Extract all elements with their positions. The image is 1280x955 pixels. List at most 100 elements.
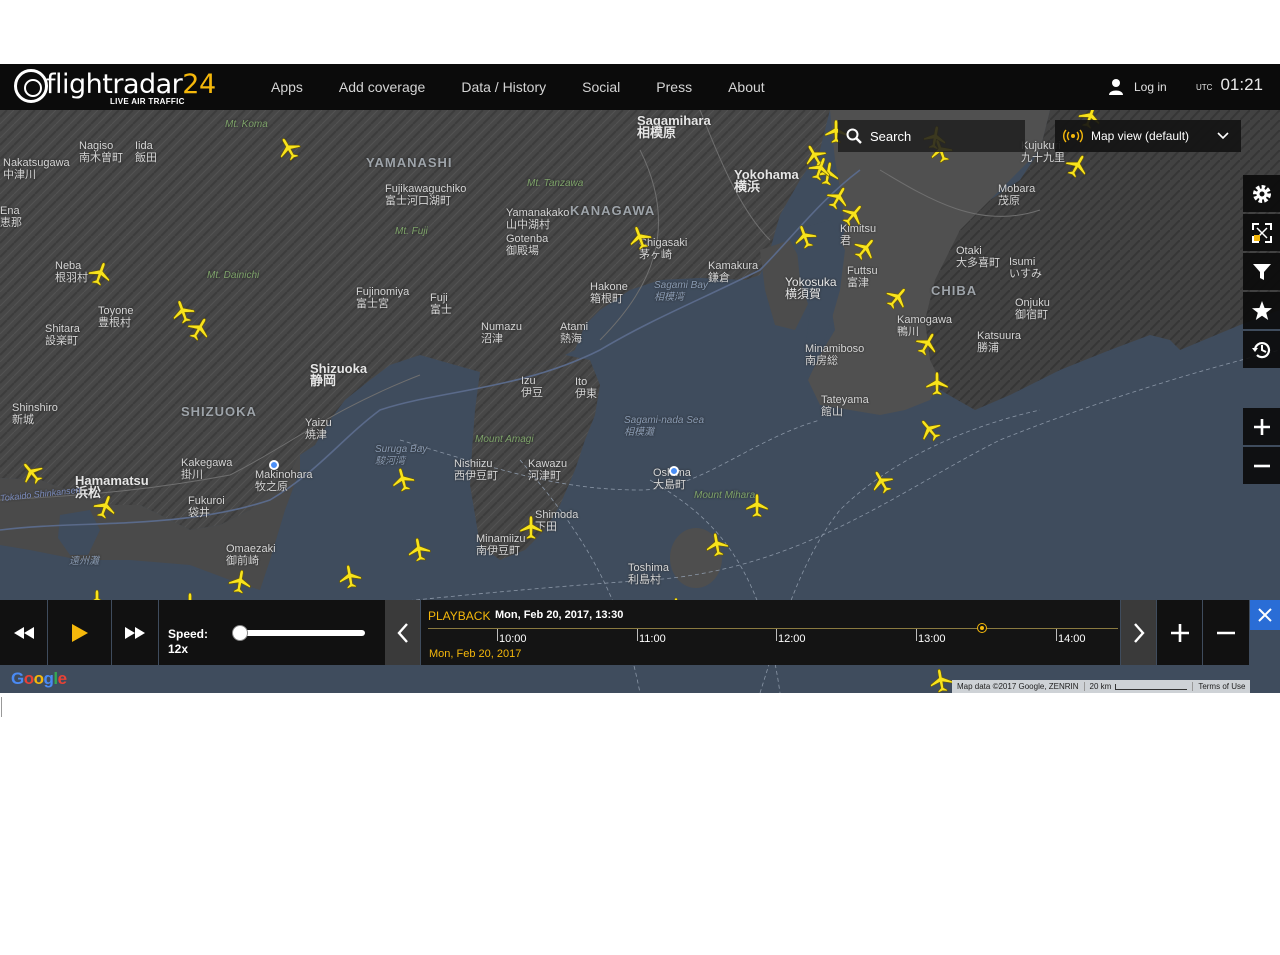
place-shitara: Shitara 設楽町 bbox=[45, 323, 80, 347]
user-icon bbox=[1109, 79, 1123, 95]
search-icon bbox=[846, 128, 862, 144]
airport-marker-oshima[interactable] bbox=[669, 466, 679, 476]
place-gotenba: Gotenba 御殿場 bbox=[506, 233, 549, 257]
fullscreen-icon bbox=[1251, 222, 1272, 243]
timeline-tick-label: 13:00 bbox=[918, 633, 946, 645]
water-sagami-nada: Sagami-nada Sea 相模灘 bbox=[624, 415, 705, 438]
nav-add-coverage[interactable]: Add coverage bbox=[321, 64, 443, 110]
aircraft-icon[interactable] bbox=[928, 668, 954, 693]
map-view-dropdown[interactable]: Map view (default) bbox=[1055, 120, 1241, 152]
utc-clock: UTC 01:21 bbox=[1196, 75, 1263, 97]
playback-history-button[interactable] bbox=[1243, 331, 1280, 368]
aircraft-icon[interactable] bbox=[924, 371, 950, 397]
place-hakone: Hakone 箱根町 bbox=[590, 281, 628, 305]
fast-forward-button[interactable] bbox=[112, 600, 158, 665]
nav-press[interactable]: Press bbox=[638, 64, 710, 110]
favorites-button[interactable] bbox=[1243, 292, 1280, 329]
aircraft-icon[interactable] bbox=[390, 467, 416, 493]
place-makinohara: Makinohara 牧之原 bbox=[255, 469, 313, 493]
nav-social[interactable]: Social bbox=[564, 64, 638, 110]
fullscreen-button[interactable] bbox=[1243, 214, 1280, 251]
aircraft-icon[interactable] bbox=[227, 569, 253, 595]
speed-label: Speed: bbox=[168, 627, 209, 641]
aircraft-icon[interactable] bbox=[917, 417, 943, 443]
aircraft-icon[interactable] bbox=[792, 224, 818, 250]
place-yaizu: Yaizu 焼津 bbox=[305, 417, 332, 441]
gear-icon bbox=[1252, 184, 1271, 203]
playback-timeline[interactable]: PLAYBACK Mon, Feb 20, 2017, 13:30 10:00 … bbox=[421, 600, 1120, 665]
place-fuji: Fuji 富士 bbox=[430, 292, 452, 316]
history-icon bbox=[1251, 341, 1270, 358]
aircraft-icon[interactable] bbox=[840, 202, 866, 228]
login-button[interactable]: Log in bbox=[1108, 76, 1167, 98]
rewind-icon bbox=[13, 626, 34, 639]
aircraft-icon[interactable] bbox=[704, 532, 730, 558]
play-button[interactable] bbox=[48, 600, 111, 665]
play-icon bbox=[71, 623, 88, 642]
timeline-tick-label: 11:00 bbox=[639, 633, 666, 645]
search-box[interactable]: Search bbox=[838, 120, 1025, 152]
timeline-zoom-out-button[interactable] bbox=[1203, 600, 1249, 665]
region-kanagawa: KANAGAWA bbox=[570, 203, 656, 218]
aircraft-icon[interactable] bbox=[869, 469, 895, 495]
timeline-tick-label: 10:00 bbox=[499, 633, 527, 645]
timeline-prev-button[interactable] bbox=[385, 600, 420, 665]
filter-button[interactable] bbox=[1243, 253, 1280, 290]
airport-marker-shizuoka[interactable] bbox=[269, 460, 279, 470]
timeline-tick bbox=[1056, 629, 1057, 641]
minus-icon bbox=[1217, 631, 1235, 634]
place-toshima: Toshima 利島村 bbox=[628, 562, 669, 586]
aircraft-icon[interactable] bbox=[1064, 153, 1090, 179]
timeline-date: Mon, Feb 20, 2017 bbox=[429, 648, 522, 660]
close-icon bbox=[1258, 608, 1272, 622]
aircraft-icon[interactable] bbox=[276, 136, 302, 162]
water-suruga-bay: Suruga Bay 駿河湾 bbox=[375, 444, 428, 467]
flightradar24-logo[interactable]: flightradar24 LIVE AIR TRAFFIC bbox=[12, 67, 216, 107]
aircraft-icon[interactable] bbox=[87, 261, 113, 287]
aircraft-icon[interactable] bbox=[406, 537, 432, 563]
aircraft-icon[interactable] bbox=[337, 564, 363, 590]
zoom-out-icon bbox=[1253, 464, 1270, 467]
fast-forward-icon bbox=[125, 626, 145, 639]
text-cursor bbox=[1, 697, 2, 717]
place-numazu: Numazu 沼津 bbox=[481, 321, 522, 345]
aircraft-icon[interactable] bbox=[744, 493, 770, 519]
place-ito: Ito 伊東 bbox=[575, 376, 597, 400]
aircraft-icon[interactable] bbox=[186, 316, 212, 342]
aircraft-icon[interactable] bbox=[518, 515, 544, 541]
timeline-tick bbox=[637, 629, 638, 641]
region-shizuoka: SHIZUOKA bbox=[181, 404, 257, 419]
speed-slider-track[interactable] bbox=[239, 630, 365, 636]
nav-data-history[interactable]: Data / History bbox=[443, 64, 564, 110]
aircraft-icon[interactable] bbox=[852, 236, 878, 262]
aircraft-icon[interactable] bbox=[914, 331, 940, 357]
place-yokosuka: Yokosuka 横須賀 bbox=[785, 275, 837, 301]
aircraft-icon[interactable] bbox=[19, 460, 45, 486]
aircraft-icon[interactable] bbox=[627, 225, 653, 251]
place-sagamihara: Sagamihara 相模原 bbox=[637, 113, 711, 140]
logo-tagline: LIVE AIR TRAFFIC bbox=[110, 97, 185, 106]
settings-button[interactable] bbox=[1243, 175, 1280, 212]
close-playback-button[interactable] bbox=[1250, 600, 1280, 630]
timeline-zoom-in-button[interactable] bbox=[1157, 600, 1202, 665]
rewind-button[interactable] bbox=[0, 600, 47, 665]
timeline-tick bbox=[916, 629, 917, 641]
aircraft-icon[interactable] bbox=[92, 494, 118, 520]
chevron-right-icon bbox=[1133, 622, 1145, 643]
speed-value: 12x bbox=[168, 642, 189, 656]
timeline-next-button[interactable] bbox=[1121, 600, 1156, 665]
mount-tanzawa: Mt. Tanzawa bbox=[527, 178, 584, 189]
nav-about[interactable]: About bbox=[710, 64, 783, 110]
aircraft-icon[interactable] bbox=[807, 156, 833, 182]
terms-of-use-link[interactable]: Terms of Use bbox=[1193, 682, 1250, 691]
nav-apps[interactable]: Apps bbox=[253, 64, 321, 110]
zoom-out-button[interactable] bbox=[1243, 447, 1280, 484]
timeline-position-handle[interactable] bbox=[977, 623, 987, 633]
aircraft-icon[interactable] bbox=[884, 285, 910, 311]
place-yokohama: Yokohama 横浜 bbox=[734, 167, 799, 194]
mount-dainichi: Mt. Dainichi bbox=[207, 270, 260, 281]
zoom-in-button[interactable] bbox=[1243, 408, 1280, 445]
search-label: Search bbox=[870, 128, 912, 144]
login-label: Log in bbox=[1134, 80, 1167, 94]
speed-slider-handle[interactable] bbox=[232, 625, 248, 641]
